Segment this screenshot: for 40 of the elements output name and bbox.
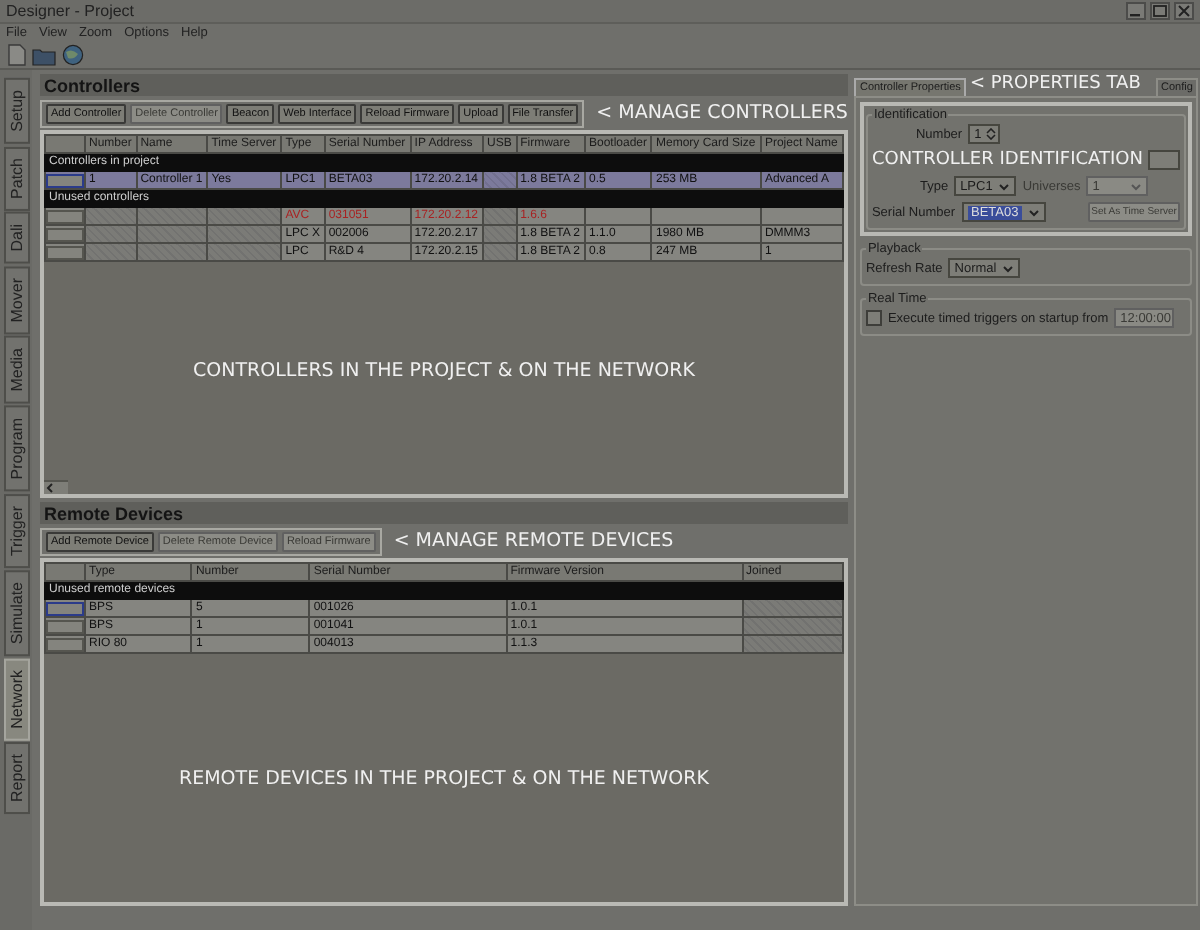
side-tab[interactable]: Dali [4,212,30,265]
caret-icon[interactable] [1128,179,1145,193]
annotation-label: < PROPERTIES TAB [969,74,1141,94]
annotation-label: REMOTE DEVICES IN THE PROJECT & ON THE NETWORK [178,767,709,789]
row-handle[interactable] [46,601,84,615]
window-title: Designer - Project [6,2,135,20]
side-tab[interactable]: Setup [4,78,30,144]
horizontal-scrollbar[interactable] [44,480,68,494]
checkbox[interactable] [865,310,882,326]
input-field[interactable] [1148,150,1181,170]
annotation-label: < MANAGE CONTROLLERS [596,102,848,124]
row-handle[interactable] [46,209,84,223]
minimize-icon[interactable] [1126,2,1146,20]
side-tab[interactable]: Media [4,336,30,405]
row-handle[interactable] [46,173,84,187]
section-title: Remote Devices [44,503,184,523]
globe-icon[interactable] [62,44,84,66]
annotation-label: < MANAGE REMOTE DEVICES [393,530,674,552]
side-tab[interactable]: Report [4,742,30,815]
column-header [45,135,85,153]
maximize-icon[interactable] [1150,2,1170,20]
caret-icon[interactable] [1000,261,1017,275]
column-header [45,563,85,581]
side-tab[interactable]: Program [4,406,30,492]
side-tab[interactable]: Network [4,658,30,741]
side-tab[interactable]: Mover [4,266,30,335]
row-handle[interactable] [46,637,84,651]
close-icon[interactable] [1174,2,1194,20]
side-tab[interactable]: Simulate [4,569,30,657]
side-tab[interactable]: Patch [4,145,30,211]
row-handle[interactable] [46,227,84,241]
row-handle[interactable] [46,619,84,633]
row-handle[interactable] [46,245,84,259]
side-tab[interactable]: Trigger [4,493,30,568]
section-title: Controllers [44,75,141,95]
annotation-label: CONTROLLERS IN THE PROJECT & ON THE NETWORK [193,360,695,382]
folder-icon[interactable] [32,45,56,65]
new-document-icon[interactable] [8,44,26,66]
scroll-left-icon[interactable] [44,482,56,494]
annotation-label: CONTROLLER IDENTIFICATION [871,150,1143,170]
